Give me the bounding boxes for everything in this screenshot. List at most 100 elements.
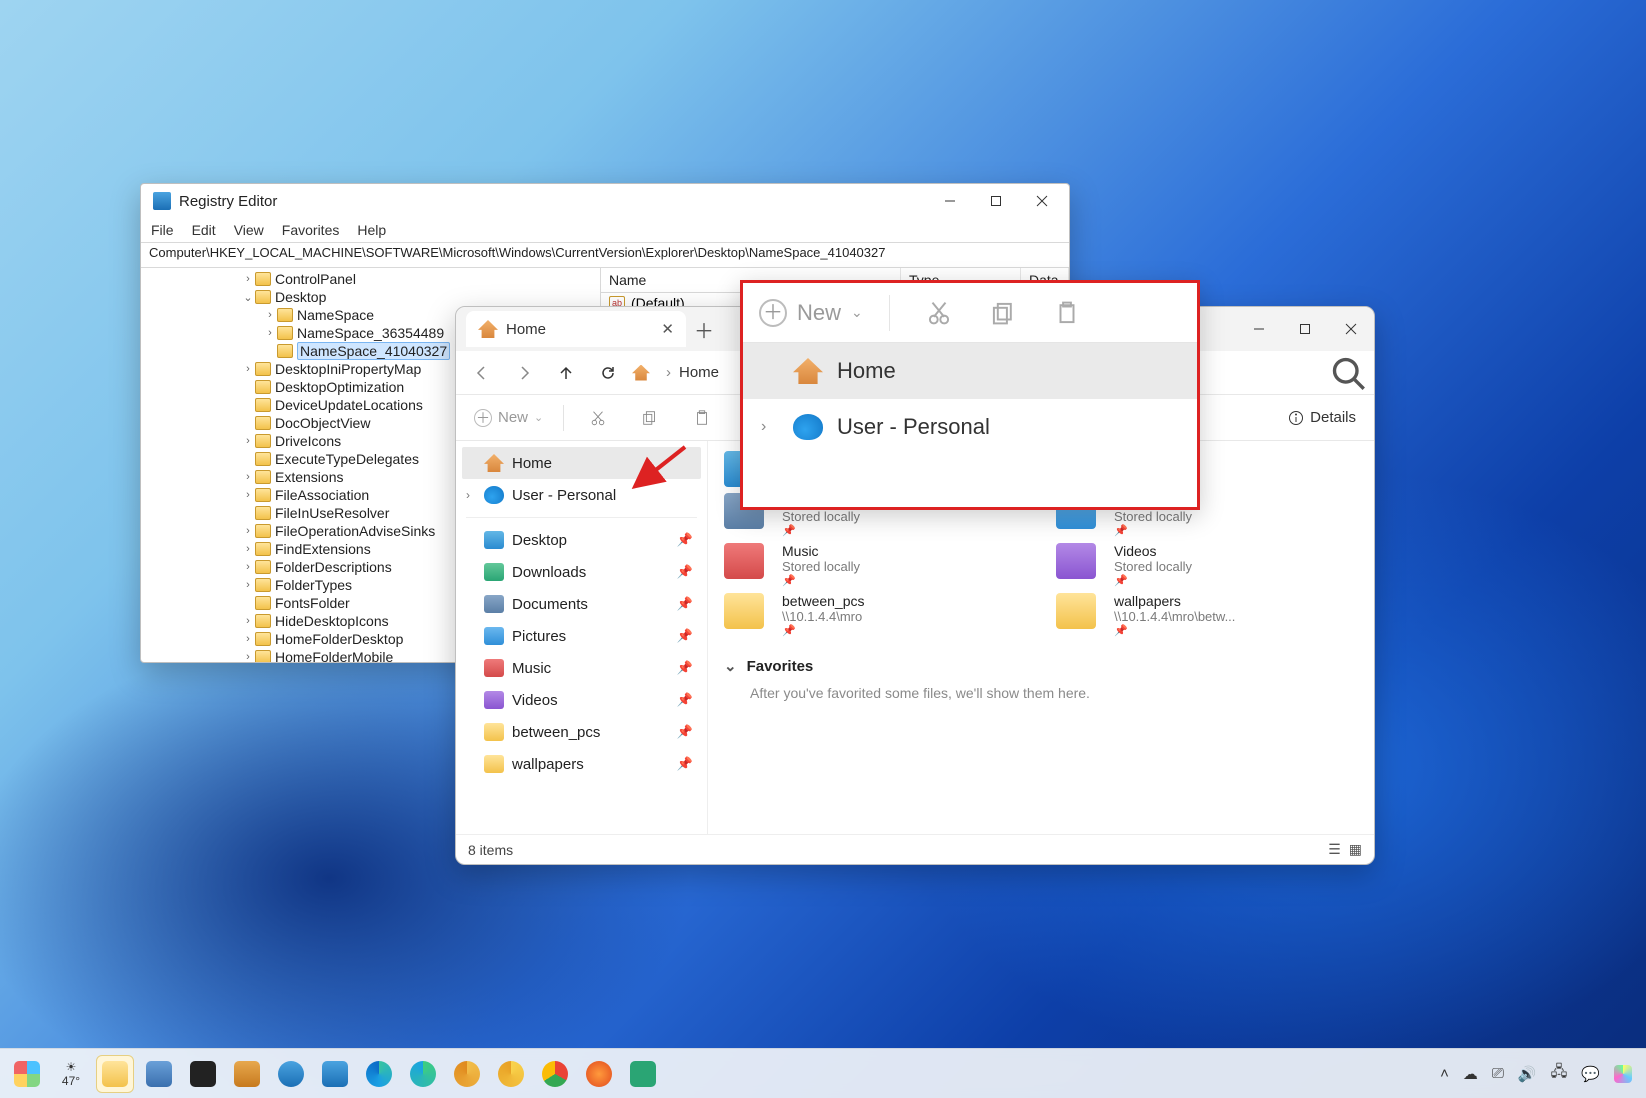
regedit-menubar[interactable]: File Edit View Favorites Help bbox=[141, 218, 1069, 242]
taskbar-app[interactable] bbox=[228, 1055, 266, 1093]
tree-node-desktop[interactable]: Desktop bbox=[275, 289, 326, 305]
details-view-button[interactable]: ☰ bbox=[1328, 841, 1341, 858]
onedrive-tray-icon[interactable]: ☁ bbox=[1463, 1065, 1478, 1083]
sidebar-item-home[interactable]: Home bbox=[743, 343, 1197, 399]
taskbar[interactable]: ☀47° ˄ ☁ ⎚ 🔊 🖧 💬 bbox=[0, 1048, 1646, 1098]
favorites-heading[interactable]: ⌄ Favorites bbox=[724, 657, 1358, 675]
close-button[interactable] bbox=[1328, 311, 1374, 347]
tree-node[interactable]: HideDesktopIcons bbox=[275, 613, 389, 629]
tree-node[interactable]: DeviceUpdateLocations bbox=[275, 397, 423, 413]
explorer-sidebar[interactable]: Home › User - Personal Desktop📌Downloads… bbox=[456, 441, 708, 834]
system-tray[interactable]: ˄ ☁ ⎚ 🔊 🖧 💬 bbox=[1440, 1061, 1638, 1086]
paste-button[interactable] bbox=[1044, 293, 1090, 333]
tree-node[interactable]: DesktopIniPropertyMap bbox=[275, 361, 421, 377]
tree-node[interactable]: FolderTypes bbox=[275, 577, 352, 593]
sidebar-item-documents[interactable]: Documents📌 bbox=[462, 588, 701, 620]
tree-node[interactable]: ControlPanel bbox=[275, 271, 356, 287]
tree-node-selected[interactable]: NameSpace_41040327 bbox=[297, 342, 450, 360]
sidebar-item-between_pcs[interactable]: between_pcs📌 bbox=[462, 716, 701, 748]
tree-node[interactable]: FontsFolder bbox=[275, 595, 350, 611]
tree-node[interactable]: HomeFolderMobile bbox=[275, 649, 393, 662]
taskbar-settings[interactable] bbox=[140, 1055, 178, 1093]
taskbar-app[interactable] bbox=[272, 1055, 310, 1093]
pin-icon[interactable]: 📌 bbox=[677, 532, 693, 548]
sidebar-item-onedrive[interactable]: › User - Personal bbox=[462, 479, 701, 511]
chevron-right-icon[interactable]: › bbox=[466, 488, 470, 502]
tree-node[interactable]: DocObjectView bbox=[275, 415, 370, 431]
network-icon[interactable]: 🖧 bbox=[1551, 1061, 1568, 1086]
tree-node[interactable]: DriveIcons bbox=[275, 433, 341, 449]
tree-node[interactable]: Extensions bbox=[275, 469, 343, 485]
menu-favorites[interactable]: Favorites bbox=[282, 222, 340, 238]
chevron-right-icon[interactable]: › bbox=[761, 418, 766, 436]
content-item[interactable]: MusicStored locally📌 bbox=[724, 543, 1026, 587]
sidebar-item-videos[interactable]: Videos📌 bbox=[462, 684, 701, 716]
nav-up-button[interactable] bbox=[548, 355, 584, 391]
maximize-button[interactable] bbox=[1282, 311, 1328, 347]
pin-icon[interactable]: 📌 bbox=[677, 660, 693, 676]
volume-icon[interactable]: 🔊 bbox=[1518, 1065, 1537, 1083]
content-item[interactable]: between_pcs\\10.1.4.4\mro📌 bbox=[724, 593, 1026, 637]
paste-button[interactable] bbox=[680, 400, 724, 436]
tree-node[interactable]: FolderDescriptions bbox=[275, 559, 392, 575]
sidebar-item-onedrive[interactable]: › User - Personal bbox=[743, 399, 1197, 455]
taskbar-edge-dev[interactable] bbox=[448, 1055, 486, 1093]
nav-back-button[interactable] bbox=[464, 355, 500, 391]
content-item[interactable]: VideosStored locally📌 bbox=[1056, 543, 1358, 587]
minimize-button[interactable] bbox=[1236, 311, 1282, 347]
start-button[interactable] bbox=[8, 1055, 46, 1093]
tree-node[interactable]: NameSpace_36354489 bbox=[297, 325, 444, 341]
sidebar-item-music[interactable]: Music📌 bbox=[462, 652, 701, 684]
cut-button[interactable] bbox=[576, 400, 620, 436]
taskbar-app[interactable] bbox=[624, 1055, 662, 1093]
pin-icon[interactable]: 📌 bbox=[677, 724, 693, 740]
tray-icon[interactable]: ⎚ bbox=[1492, 1065, 1504, 1082]
taskbar-edge[interactable] bbox=[360, 1055, 398, 1093]
sidebar-item-wallpapers[interactable]: wallpapers📌 bbox=[462, 748, 701, 780]
sidebar-item-home[interactable]: Home bbox=[462, 447, 701, 479]
close-button[interactable] bbox=[1019, 186, 1065, 216]
nav-refresh-button[interactable] bbox=[590, 355, 626, 391]
weather-widget[interactable]: ☀47° bbox=[52, 1055, 90, 1093]
tree-node[interactable]: ExecuteTypeDelegates bbox=[275, 451, 419, 467]
breadcrumb[interactable]: › Home bbox=[632, 364, 719, 381]
menu-help[interactable]: Help bbox=[357, 222, 386, 238]
pin-icon[interactable]: 📌 bbox=[677, 596, 693, 612]
copy-button[interactable] bbox=[980, 293, 1026, 333]
tree-node[interactable]: FileOperationAdviseSinks bbox=[275, 523, 435, 539]
tree-node[interactable]: NameSpace bbox=[297, 307, 374, 323]
minimize-button[interactable] bbox=[927, 186, 973, 216]
sidebar-item-downloads[interactable]: Downloads📌 bbox=[462, 556, 701, 588]
menu-file[interactable]: File bbox=[151, 222, 174, 238]
explorer-tab-home[interactable]: Home ✕ bbox=[466, 311, 686, 347]
tree-node[interactable]: FileAssociation bbox=[275, 487, 369, 503]
content-item[interactable]: wallpapers\\10.1.4.4\mro\betw...📌 bbox=[1056, 593, 1358, 637]
pin-icon[interactable]: 📌 bbox=[677, 564, 693, 580]
search-button[interactable] bbox=[1330, 355, 1366, 391]
copy-button[interactable] bbox=[628, 400, 672, 436]
tree-node[interactable]: HomeFolderDesktop bbox=[275, 631, 403, 647]
nav-forward-button[interactable] bbox=[506, 355, 542, 391]
maximize-button[interactable] bbox=[973, 186, 1019, 216]
regedit-titlebar[interactable]: Registry Editor bbox=[141, 184, 1069, 218]
sidebar-item-desktop[interactable]: Desktop📌 bbox=[462, 524, 701, 556]
chevron-down-icon[interactable]: ⌄ bbox=[724, 657, 737, 675]
notifications-icon[interactable]: 💬 bbox=[1581, 1065, 1600, 1083]
new-button[interactable]: ＋ New ⌄ bbox=[466, 409, 551, 427]
new-button[interactable]: ＋ New ⌄ bbox=[759, 299, 863, 327]
pin-icon[interactable]: 📌 bbox=[677, 756, 693, 772]
new-tab-button[interactable]: ＋ bbox=[686, 311, 722, 347]
sidebar-item-pictures[interactable]: Pictures📌 bbox=[462, 620, 701, 652]
pin-icon[interactable]: 📌 bbox=[677, 628, 693, 644]
taskbar-app[interactable] bbox=[316, 1055, 354, 1093]
tree-node[interactable]: FileInUseResolver bbox=[275, 505, 389, 521]
taskbar-chrome-canary[interactable] bbox=[492, 1055, 530, 1093]
cut-button[interactable] bbox=[916, 293, 962, 333]
tree-node[interactable]: FindExtensions bbox=[275, 541, 371, 557]
regedit-address-bar[interactable]: Computer\HKEY_LOCAL_MACHINE\SOFTWARE\Mic… bbox=[141, 242, 1069, 268]
menu-view[interactable]: View bbox=[234, 222, 264, 238]
taskbar-file-explorer[interactable] bbox=[96, 1055, 134, 1093]
tree-node[interactable]: DesktopOptimization bbox=[275, 379, 404, 395]
details-button[interactable]: Details bbox=[1280, 409, 1364, 426]
taskbar-terminal[interactable] bbox=[184, 1055, 222, 1093]
